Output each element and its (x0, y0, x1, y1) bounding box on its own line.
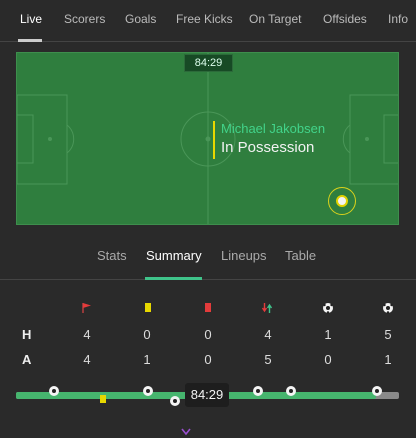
tab-on-target[interactable]: On Target (249, 12, 301, 26)
tab-offsides[interactable]: Offsides (323, 12, 367, 26)
corner-flag-icon (82, 303, 91, 313)
tab-lineups[interactable]: Lineups (221, 248, 267, 263)
active-tab-indicator (18, 39, 42, 42)
away-shots: 0 (324, 352, 332, 367)
substitution-icon (261, 303, 273, 313)
away-goals: 1 (384, 352, 392, 367)
red-card-icon (205, 303, 211, 312)
pitch: 84:29 Michael Jakobsen In Possession (16, 52, 399, 225)
away-corners: 4 (83, 352, 91, 367)
goal-event-icon[interactable] (169, 395, 181, 407)
home-substitutions: 4 (264, 327, 272, 342)
away-substitutions: 5 (264, 352, 272, 367)
away-red-cards: 0 (204, 352, 212, 367)
ball-position-marker (328, 187, 356, 215)
possession-status: In Possession (221, 139, 315, 156)
home-row-label: H (22, 327, 32, 342)
tab-live[interactable]: Live (20, 12, 42, 26)
home-shots: 1 (324, 327, 332, 342)
yellow-card-icon (145, 303, 151, 312)
shot-icon (323, 303, 333, 314)
player-name: Michael Jakobsen (221, 121, 326, 136)
possession-label: Michael Jakobsen In Possession (213, 121, 325, 159)
tab-free-kicks[interactable]: Free Kicks (176, 12, 233, 26)
sub-tab-bar: Stats Summary Lineups Table (0, 240, 416, 280)
tab-scorers[interactable]: Scorers (64, 12, 105, 26)
goal-event-icon[interactable] (371, 385, 383, 397)
timeline-clock: 84:29 (185, 383, 229, 407)
tab-summary[interactable]: Summary (146, 248, 202, 263)
home-goals: 5 (384, 327, 392, 342)
chevron-down-icon[interactable] (181, 428, 191, 436)
tab-info[interactable]: Info (388, 12, 408, 26)
goal-event-icon[interactable] (252, 385, 264, 397)
tab-stats[interactable]: Stats (97, 248, 127, 263)
active-subtab-indicator (145, 277, 202, 280)
top-tab-bar: Live Scorers Goals Free Kicks On Target … (0, 0, 416, 42)
ball-icon (336, 195, 348, 207)
tab-table[interactable]: Table (285, 248, 316, 263)
goal-event-icon[interactable] (142, 385, 154, 397)
match-clock: 84:29 (184, 54, 233, 72)
away-row-label: A (22, 352, 32, 367)
goal-ball-icon (383, 303, 393, 314)
yellow-card-event-icon[interactable] (100, 395, 106, 403)
home-corners: 4 (83, 327, 91, 342)
home-yellow-cards: 0 (143, 327, 151, 342)
tab-goals[interactable]: Goals (125, 12, 156, 26)
goal-event-icon[interactable] (48, 385, 60, 397)
away-yellow-cards: 1 (143, 352, 151, 367)
goal-event-icon[interactable] (285, 385, 297, 397)
home-red-cards: 0 (204, 327, 212, 342)
